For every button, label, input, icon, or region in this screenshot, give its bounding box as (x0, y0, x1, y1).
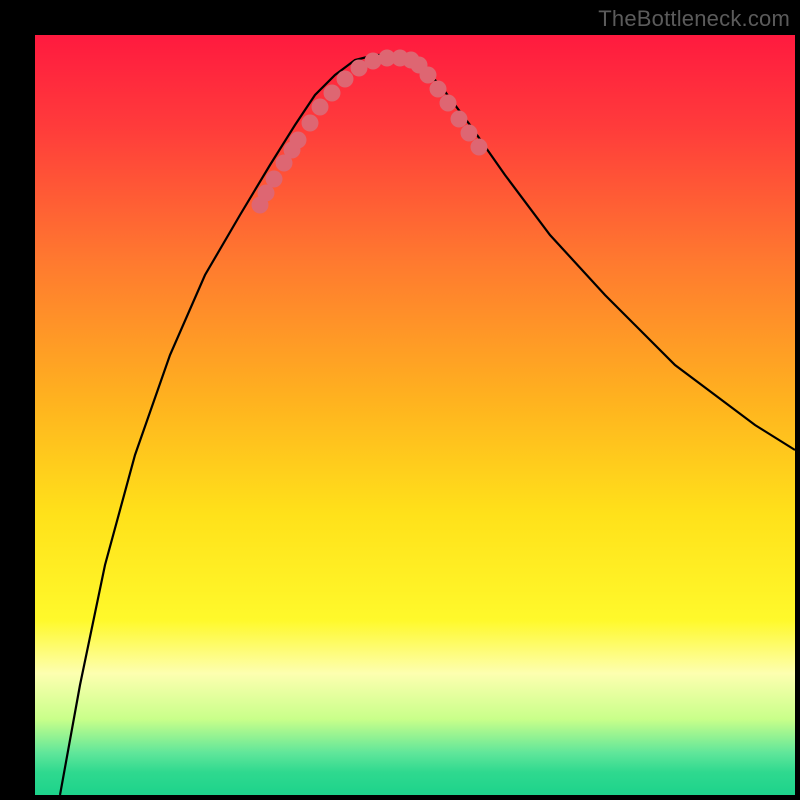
data-point (312, 99, 329, 116)
data-point (365, 53, 382, 70)
data-point (430, 81, 447, 98)
data-point (337, 71, 354, 88)
data-point (471, 139, 488, 156)
data-point (266, 171, 283, 188)
plot-area (35, 35, 795, 795)
data-point (451, 111, 468, 128)
data-point (324, 85, 341, 102)
data-point (302, 115, 319, 132)
data-point (290, 132, 307, 149)
data-point (461, 125, 478, 142)
data-point (420, 67, 437, 84)
bottleneck-curve (35, 35, 795, 795)
watermark-text: TheBottleneck.com (598, 6, 790, 32)
chart-frame: TheBottleneck.com (0, 0, 800, 800)
data-point (440, 95, 457, 112)
